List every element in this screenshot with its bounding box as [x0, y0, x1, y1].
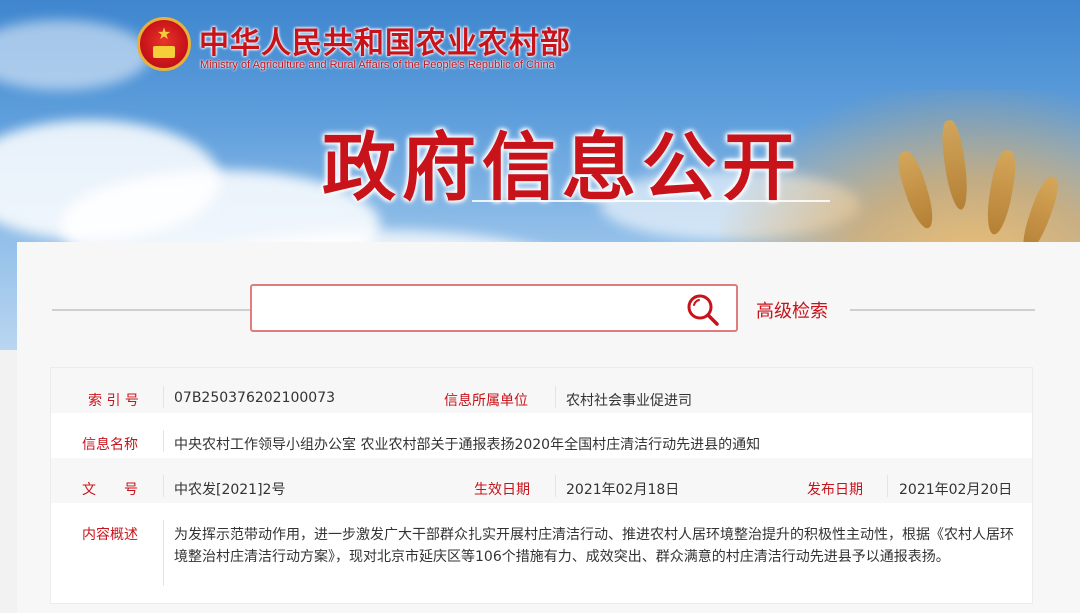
divider: [163, 475, 164, 497]
publish-date-label: 发布日期: [807, 482, 863, 498]
cloud-decoration: [0, 20, 150, 90]
info-row-doc: 文 号 中农发[2021]2号 生效日期 2021年02月18日 发布日期 20…: [51, 458, 1032, 503]
index-value: 07B250376202100073: [174, 390, 336, 406]
title-divider: [472, 200, 830, 202]
ministry-name-cn[interactable]: 中华人民共和国农业农村部: [199, 18, 571, 62]
search-divider-left: [52, 309, 250, 311]
publish-date-value: 2021年02月20日: [899, 482, 1013, 498]
advanced-search-link[interactable]: 高级检索: [756, 297, 828, 323]
divider: [555, 475, 556, 497]
org-value: 农村社会事业促进司: [566, 393, 692, 409]
search-icon[interactable]: [686, 293, 720, 327]
doc-number-value: 中农发[2021]2号: [174, 482, 286, 498]
summary-label: 内容概述: [82, 527, 138, 543]
name-label: 信息名称: [82, 437, 138, 453]
search-input[interactable]: [250, 284, 738, 332]
page-title: 政府信息公开: [322, 125, 802, 211]
effective-date-label: 生效日期: [474, 482, 530, 498]
index-label: 索 引 号: [88, 393, 139, 409]
effective-date-value: 2021年02月18日: [566, 482, 680, 498]
national-emblem-icon: ★: [137, 17, 191, 71]
ministry-name-en[interactable]: Ministry of Agriculture and Rural Affair…: [200, 59, 555, 71]
info-row-name: 信息名称 中央农村工作领导小组办公室 农业农村部关于通报表扬2020年全国村庄清…: [51, 413, 1032, 458]
divider: [887, 475, 888, 497]
search-divider-right: [850, 309, 1035, 311]
document-info-table: 索 引 号 07B250376202100073 信息所属单位 农村社会事业促进…: [50, 367, 1033, 604]
divider: [163, 430, 164, 452]
doc-number-label: 文 号: [82, 482, 138, 498]
summary-text: 为发挥示范带动作用，进一步激发广大干部群众扎实开展村庄清洁行动、推进农村人居环境…: [174, 527, 1014, 565]
divider: [163, 520, 164, 586]
info-row-index: 索 引 号 07B250376202100073 信息所属单位 农村社会事业促进…: [51, 368, 1032, 413]
divider: [555, 386, 556, 408]
name-value: 中央农村工作领导小组办公室 农业农村部关于通报表扬2020年全国村庄清洁行动先进…: [174, 437, 761, 453]
org-label: 信息所属单位: [444, 393, 528, 409]
divider: [163, 386, 164, 408]
